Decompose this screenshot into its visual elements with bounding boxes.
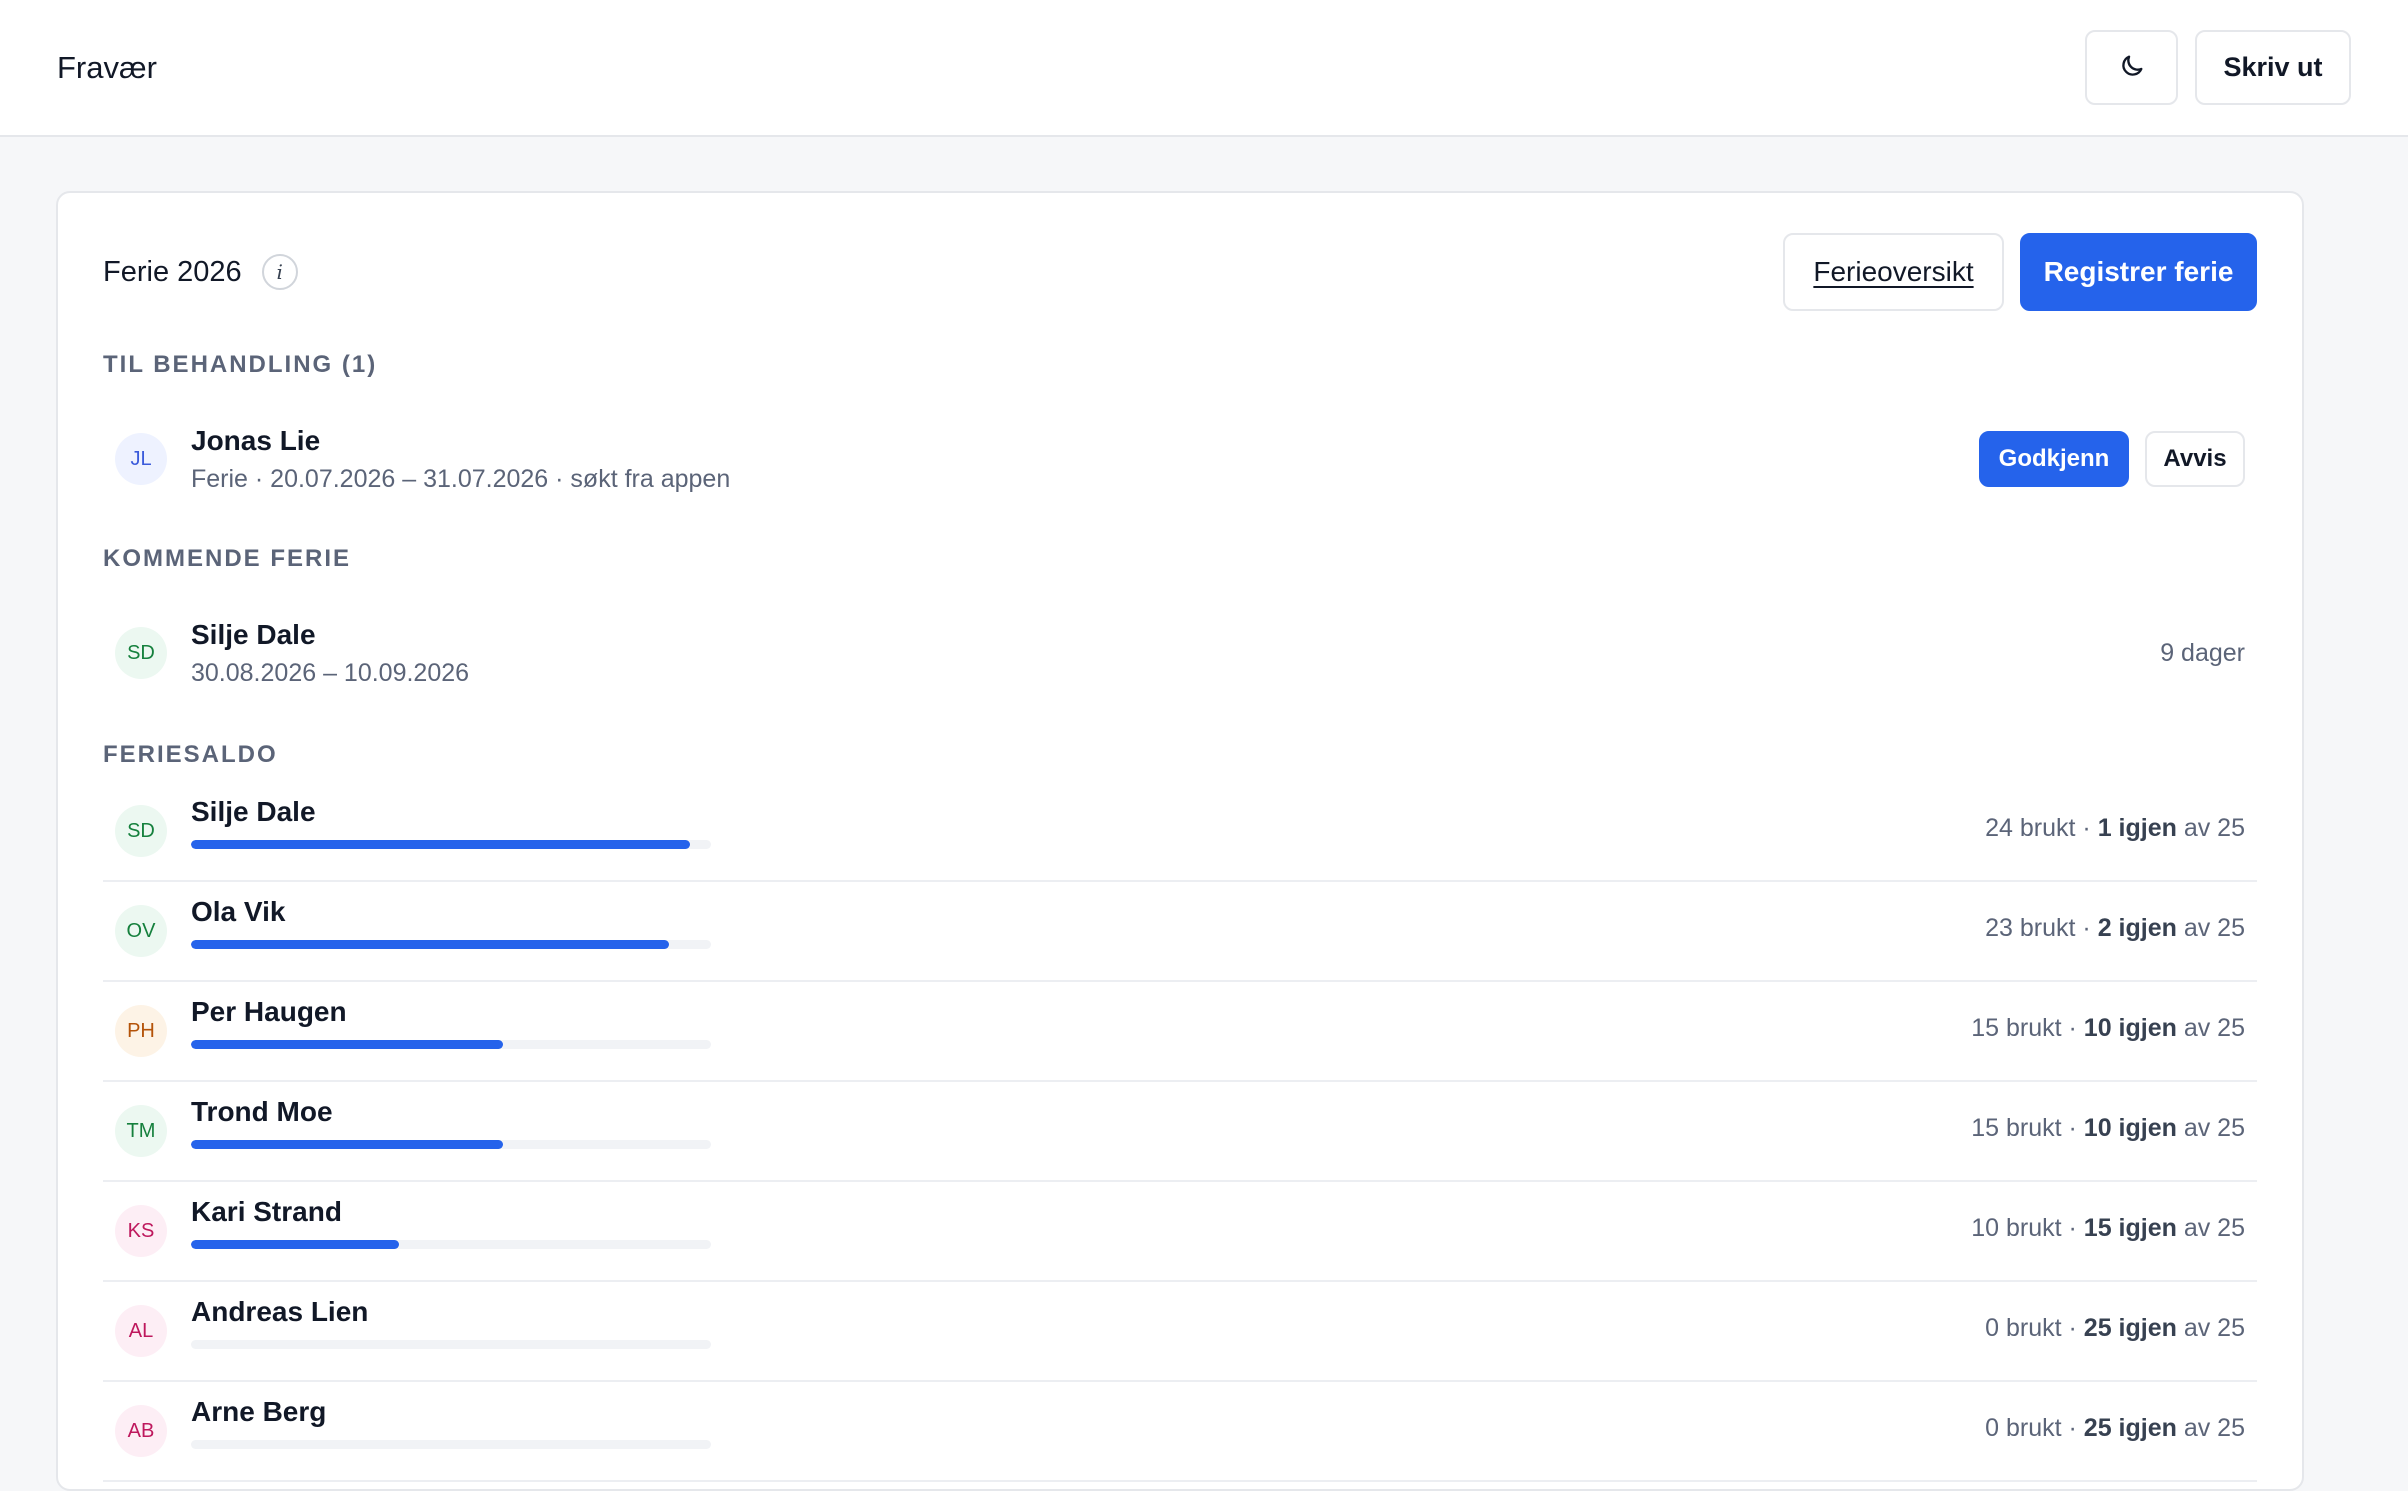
pending-section-label: TIL BEHANDLING (1) xyxy=(103,351,378,378)
moon-icon xyxy=(2118,52,2146,83)
info-icon[interactable]: i xyxy=(261,254,298,290)
card-header: Ferie 2026 i Ferieoversikt Registrer fer… xyxy=(103,233,2257,311)
request-actions: Godkjenn Avvis xyxy=(1979,431,2257,487)
avatar: TM xyxy=(115,1105,167,1157)
pending-request-info: JL Jonas Lie Ferie · 20.07.2026 – 31.07.… xyxy=(103,425,730,494)
remaining-days: 10 igjen xyxy=(2083,1114,2177,1142)
used-days: 15 brukt · xyxy=(1971,1114,2084,1142)
remaining-days: 2 igjen xyxy=(2097,914,2177,942)
employee-name: Per Haugen xyxy=(191,996,347,1027)
remaining-days: 25 igjen xyxy=(2083,1314,2177,1342)
reject-button[interactable]: Avvis xyxy=(2145,431,2245,487)
card-header-actions: Ferieoversikt Registrer ferie xyxy=(1783,233,2257,311)
total-days: av 25 xyxy=(2176,1214,2245,1242)
used-days: 0 brukt · xyxy=(1985,1314,2084,1342)
upcoming-vacation-row: SD Silje Dale 30.08.2026 – 10.09.2026 9 … xyxy=(103,603,2257,703)
employee-name: Silje Dale xyxy=(191,618,316,650)
balance-row: KS Kari Strand 10 brukt · 15 igjen av 25 xyxy=(103,1182,2257,1282)
balance-progress-fill xyxy=(191,940,670,949)
pending-request-row: JL Jonas Lie Ferie · 20.07.2026 – 31.07.… xyxy=(103,409,2257,509)
used-days: 15 brukt · xyxy=(1971,1014,2084,1042)
total-days: av 25 xyxy=(2176,1014,2245,1042)
remaining-days: 10 igjen xyxy=(2083,1014,2177,1042)
register-vacation-button[interactable]: Registrer ferie xyxy=(2020,233,2257,311)
vacation-days: 9 dager xyxy=(2160,638,2245,667)
employee-name: Ola Vik xyxy=(191,896,286,927)
avatar: JL xyxy=(115,433,167,485)
balance-progress-bar xyxy=(191,1440,711,1449)
vacation-dates: 30.08.2026 – 10.09.2026 xyxy=(191,658,470,687)
employee-name: Andreas Lien xyxy=(191,1296,369,1327)
balance-summary: 24 brukt · 1 igjen av 25 xyxy=(1985,814,2257,843)
upcoming-section-label: KOMMENDE FERIE xyxy=(103,545,352,572)
balance-row: AL Andreas Lien 0 brukt · 25 igjen av 25 xyxy=(103,1282,2257,1382)
used-days: 23 brukt · xyxy=(1985,914,2098,942)
balance-progress-bar xyxy=(191,840,711,849)
avatar: SD xyxy=(115,805,167,857)
employee-name: Arne Berg xyxy=(191,1396,327,1427)
balance-progress-fill xyxy=(191,1240,399,1249)
request-details: Ferie · 20.07.2026 – 31.07.2026 · søkt f… xyxy=(191,464,731,493)
card-title-group: Ferie 2026 i xyxy=(103,254,298,290)
avatar: AB xyxy=(115,1405,167,1457)
upcoming-vacation-info: SD Silje Dale 30.08.2026 – 10.09.2026 xyxy=(103,619,469,688)
top-bar: Fravær Skriv ut xyxy=(0,0,2408,137)
total-days: av 25 xyxy=(2176,814,2245,842)
vacation-overview-button[interactable]: Ferieoversikt xyxy=(1783,233,2004,311)
upcoming-vacation-text: Silje Dale 30.08.2026 – 10.09.2026 xyxy=(191,619,469,688)
avatar: AL xyxy=(115,1305,167,1357)
top-actions: Skriv ut xyxy=(2085,30,2351,105)
used-days: 24 brukt · xyxy=(1985,814,2098,842)
balance-row: TM Trond Moe 15 brukt · 10 igjen av 25 xyxy=(103,1082,2257,1182)
print-button[interactable]: Skriv ut xyxy=(2195,30,2351,105)
balance-row: OV Ola Vik 23 brukt · 2 igjen av 25 xyxy=(103,882,2257,982)
pending-request-text: Jonas Lie Ferie · 20.07.2026 – 31.07.202… xyxy=(191,425,730,494)
balance-progress-bar xyxy=(191,1240,711,1249)
employee-name: Jonas Lie xyxy=(191,424,321,456)
balance-progress-fill xyxy=(191,840,691,849)
employee-name: Trond Moe xyxy=(191,1096,333,1127)
balance-summary: 15 brukt · 10 igjen av 25 xyxy=(1971,1114,2257,1143)
avatar: SD xyxy=(115,627,167,679)
balance-summary: 0 brukt · 25 igjen av 25 xyxy=(1985,1414,2257,1443)
approve-button[interactable]: Godkjenn xyxy=(1979,431,2129,487)
used-days: 10 brukt · xyxy=(1971,1214,2084,1242)
total-days: av 25 xyxy=(2176,1314,2245,1342)
balance-summary: 23 brukt · 2 igjen av 25 xyxy=(1985,914,2257,943)
total-days: av 25 xyxy=(2176,1114,2245,1142)
card-title: Ferie 2026 xyxy=(103,255,242,288)
remaining-days: 25 igjen xyxy=(2083,1414,2177,1442)
avatar: OV xyxy=(115,905,167,957)
avatar: PH xyxy=(115,1005,167,1057)
balance-section-label: FERIESALDO xyxy=(103,741,278,768)
employee-name: Kari Strand xyxy=(191,1196,342,1227)
balance-summary: 15 brukt · 10 igjen av 25 xyxy=(1971,1014,2257,1043)
remaining-days: 1 igjen xyxy=(2097,814,2177,842)
app-title: Fravær xyxy=(57,49,157,85)
balance-row: AB Arne Berg 0 brukt · 25 igjen av 25 xyxy=(103,1382,2257,1482)
balance-summary: 0 brukt · 25 igjen av 25 xyxy=(1985,1314,2257,1343)
balance-summary: 10 brukt · 15 igjen av 25 xyxy=(1971,1214,2257,1243)
total-days: av 25 xyxy=(2176,914,2245,942)
total-days: av 25 xyxy=(2176,1414,2245,1442)
employee-name: Silje Dale xyxy=(191,796,316,827)
used-days: 0 brukt · xyxy=(1985,1414,2084,1442)
balance-progress-bar xyxy=(191,1140,711,1149)
avatar: KS xyxy=(115,1205,167,1257)
balance-progress-bar xyxy=(191,1340,711,1349)
balance-progress-fill xyxy=(191,1040,503,1049)
balance-row: SD Silje Dale 24 brukt · 1 igjen av 25 xyxy=(103,782,2257,882)
balance-progress-bar xyxy=(191,940,711,949)
balance-progress-bar xyxy=(191,1040,711,1049)
vacation-card: Ferie 2026 i Ferieoversikt Registrer fer… xyxy=(56,191,2304,1491)
balance-row: PH Per Haugen 15 brukt · 10 igjen av 25 xyxy=(103,982,2257,1082)
theme-toggle-button[interactable] xyxy=(2085,30,2178,105)
balance-progress-fill xyxy=(191,1140,503,1149)
remaining-days: 15 igjen xyxy=(2083,1214,2177,1242)
